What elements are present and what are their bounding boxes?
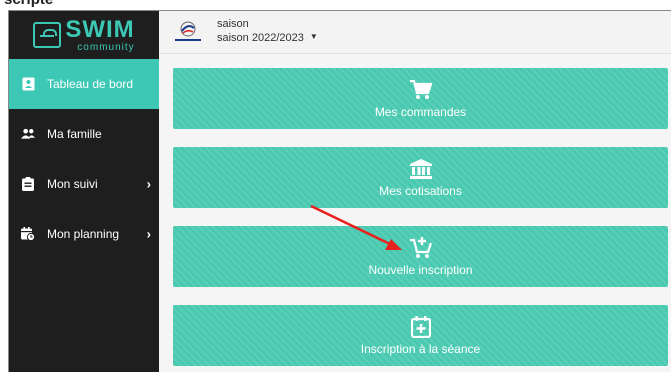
dashboard-content: Mes commandes Mes cotisations Nouvelle i… (159, 54, 671, 372)
clipboard-icon (21, 177, 35, 191)
bank-icon (409, 158, 432, 180)
sidebar-item-mon-planning[interactable]: Mon planning › (9, 209, 159, 259)
sidebar-item-label: Ma famille (47, 127, 102, 141)
logo-title: SWIM (65, 15, 135, 43)
tile-label: Mes commandes (374, 104, 467, 119)
season-value: saison 2022/2023 (217, 32, 304, 44)
sidebar-item-ma-famille[interactable]: Ma famille (9, 109, 159, 159)
top-strip: scripte (0, 0, 671, 10)
id-card-icon (21, 77, 35, 91)
chevron-right-icon: › (146, 226, 151, 242)
sidebar-item-label: Mon suivi (47, 177, 98, 191)
cart-icon (409, 79, 432, 101)
caret-down-icon[interactable]: ▼ (310, 32, 318, 41)
sidebar-item-mon-suivi[interactable]: Mon suivi › (9, 159, 159, 209)
cropped-heading: scripte (4, 0, 53, 8)
users-icon (21, 127, 35, 141)
swim-logo-icon (33, 22, 62, 48)
tile-inscription-seance[interactable]: Inscription à la séance (173, 305, 668, 366)
tile-mes-cotisations[interactable]: Mes cotisations (173, 147, 668, 208)
tile-label: Mes cotisations (379, 183, 462, 198)
logo-subtitle: community (77, 41, 135, 53)
tile-mes-commandes[interactable]: Mes commandes (173, 68, 668, 129)
club-logo-icon[interactable] (171, 19, 205, 45)
top-header: saison saison 2022/2023 ▼ (159, 11, 671, 54)
sidebar: SWIM community Tableau de bord Ma famill… (9, 11, 159, 372)
sidebar-item-label: Tableau de bord (47, 77, 134, 91)
tile-nouvelle-inscription[interactable]: Nouvelle inscription (173, 226, 668, 287)
cart-plus-icon (409, 236, 432, 259)
sidebar-item-label: Mon planning (47, 227, 120, 241)
sidebar-nav: Tableau de bord Ma famille Mon suivi › M… (9, 59, 159, 259)
chevron-right-icon: › (146, 176, 151, 192)
tile-label: Inscription à la séance (360, 341, 481, 356)
season-selector[interactable]: saison saison 2022/2023 (217, 18, 304, 46)
tile-label: Nouvelle inscription (368, 262, 473, 277)
season-label: saison (217, 18, 249, 31)
logo[interactable]: SWIM community (9, 11, 159, 59)
calendar-plus-icon (410, 315, 431, 338)
sidebar-item-tableau-de-bord[interactable]: Tableau de bord (9, 59, 159, 109)
calendar-clock-icon (21, 227, 35, 241)
